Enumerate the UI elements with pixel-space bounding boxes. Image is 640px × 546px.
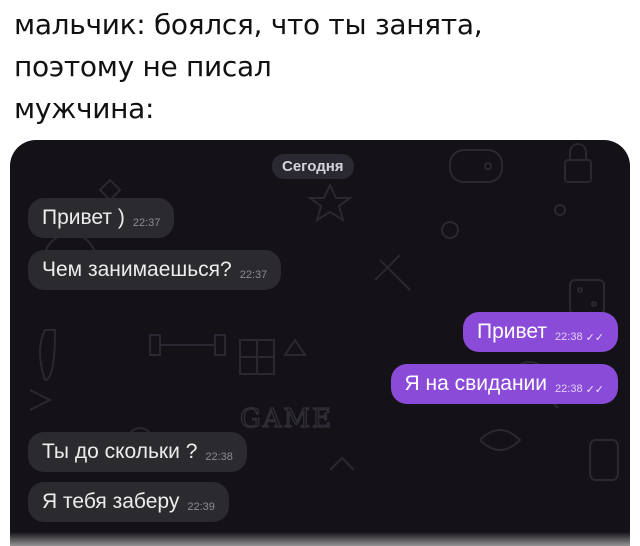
caption-line-1: мальчик: боялся, что ты занята, — [14, 8, 483, 41]
message-time: 22:38 — [205, 451, 233, 463]
sword-icon — [374, 254, 411, 291]
puzzle-cube-icon — [239, 339, 275, 375]
dice-icon — [569, 279, 605, 315]
chat-screen: GAME Сегодня Привет ) 22:37 Чем занимаеш… — [10, 140, 630, 546]
message-text: Я на свидании — [404, 372, 548, 395]
bowling-icon — [39, 329, 57, 382]
message-text: Привет — [477, 320, 548, 343]
message-text: Ты до скольки ? — [42, 440, 198, 463]
message-time: 22:38 — [555, 383, 583, 395]
message-outgoing[interactable]: Привет 22:38 ✓✓ — [463, 312, 618, 352]
message-incoming[interactable]: Привет ) 22:37 — [28, 198, 175, 238]
dumbbell-icon — [149, 334, 226, 356]
message-time: 22:38 — [555, 331, 583, 343]
message-text: Я тебя заберу — [42, 490, 180, 513]
message-incoming[interactable]: Чем занимаешься? 22:37 — [28, 250, 282, 290]
gamepad-icon — [449, 149, 503, 183]
message-incoming[interactable]: Я тебя заберу 22:39 — [28, 482, 229, 522]
message-incoming[interactable]: Ты до скольки ? 22:38 — [28, 432, 247, 472]
message-time: 22:37 — [239, 269, 268, 281]
message-text: Чем занимаешься? — [42, 258, 232, 281]
message-time: 22:37 — [132, 217, 161, 229]
message-time: 22:39 — [187, 501, 215, 513]
caption-line-3: мужчина: — [14, 92, 155, 125]
lock-icon — [564, 143, 592, 183]
bottom-edge — [10, 532, 630, 546]
read-receipt-icon: ✓✓ — [585, 383, 604, 396]
star-icon — [306, 182, 354, 223]
date-badge: Сегодня — [272, 154, 354, 179]
message-outgoing[interactable]: Я на свидании 22:38 ✓✓ — [390, 364, 618, 404]
meme-caption: мальчик: боялся, что ты занята, поэтому … — [14, 4, 483, 130]
caption-line-2: поэтому не писал — [14, 50, 272, 83]
message-text: Привет ) — [42, 206, 125, 229]
game-watermark: GAME — [240, 404, 333, 434]
read-receipt-icon: ✓✓ — [585, 331, 604, 344]
